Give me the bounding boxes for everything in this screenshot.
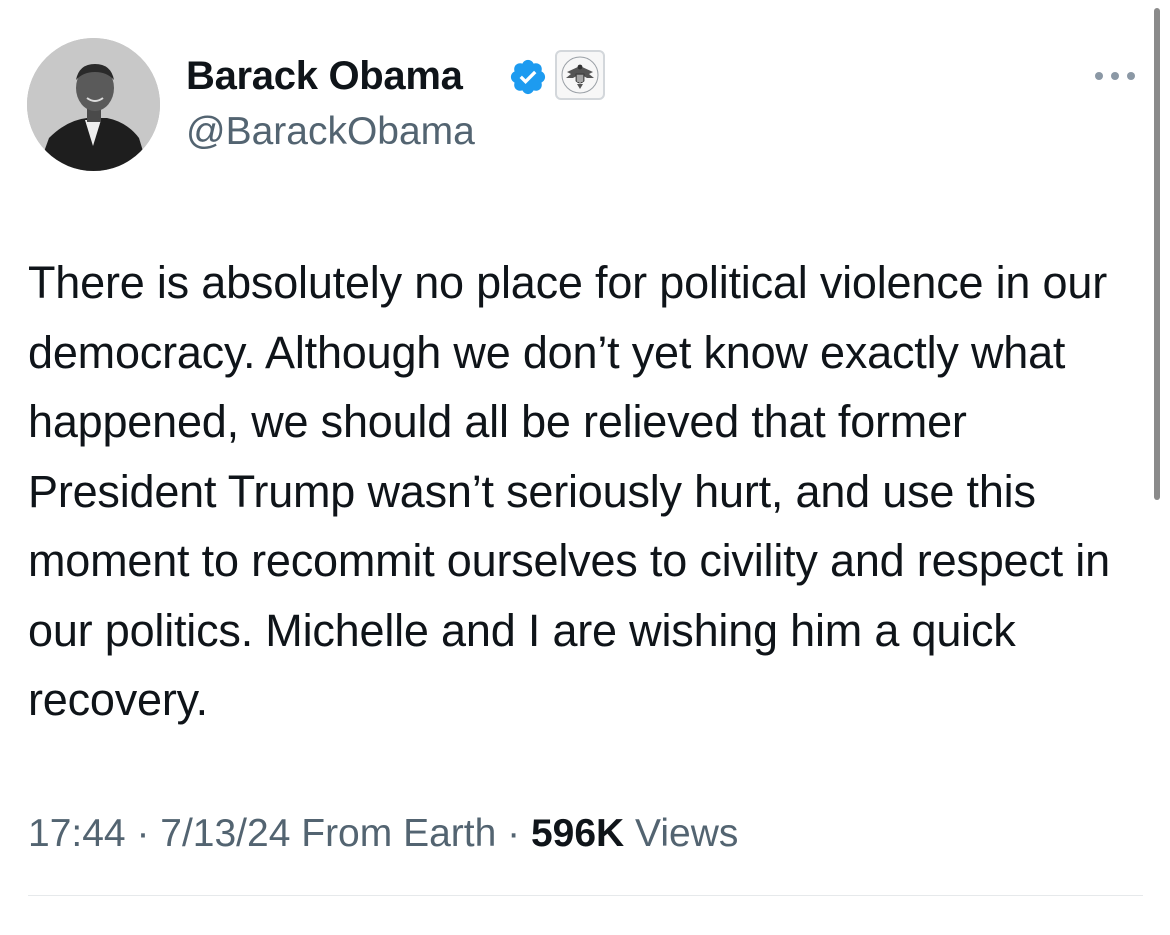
- views-label[interactable]: Views: [635, 812, 738, 855]
- user-handle[interactable]: @BarackObama: [186, 108, 475, 156]
- tweet-time[interactable]: 17:44: [28, 812, 126, 855]
- scrollbar[interactable]: [1154, 8, 1160, 500]
- tweet-date[interactable]: 7/13/24: [160, 812, 290, 855]
- avatar[interactable]: [27, 38, 160, 171]
- tweet-text: There is absolutely no place for politic…: [28, 257, 1110, 725]
- meta-separator: ·: [125, 812, 161, 855]
- verified-badge-icon[interactable]: [508, 57, 548, 97]
- tweet-metadata: 17:44 · 7/13/24 From Earth · 596K Views: [28, 808, 738, 860]
- more-options-icon[interactable]: [1090, 64, 1140, 88]
- avatar-photo-icon: [27, 38, 160, 171]
- tweet-source: From Earth: [301, 812, 497, 855]
- divider: [28, 895, 1143, 896]
- government-seal-icon[interactable]: [555, 50, 605, 100]
- views-count[interactable]: 596K: [531, 812, 624, 855]
- meta-separator: ·: [496, 812, 531, 855]
- tweet: Barack Obama @BarackObama There is absol…: [0, 0, 1170, 935]
- display-name[interactable]: Barack Obama: [186, 52, 463, 100]
